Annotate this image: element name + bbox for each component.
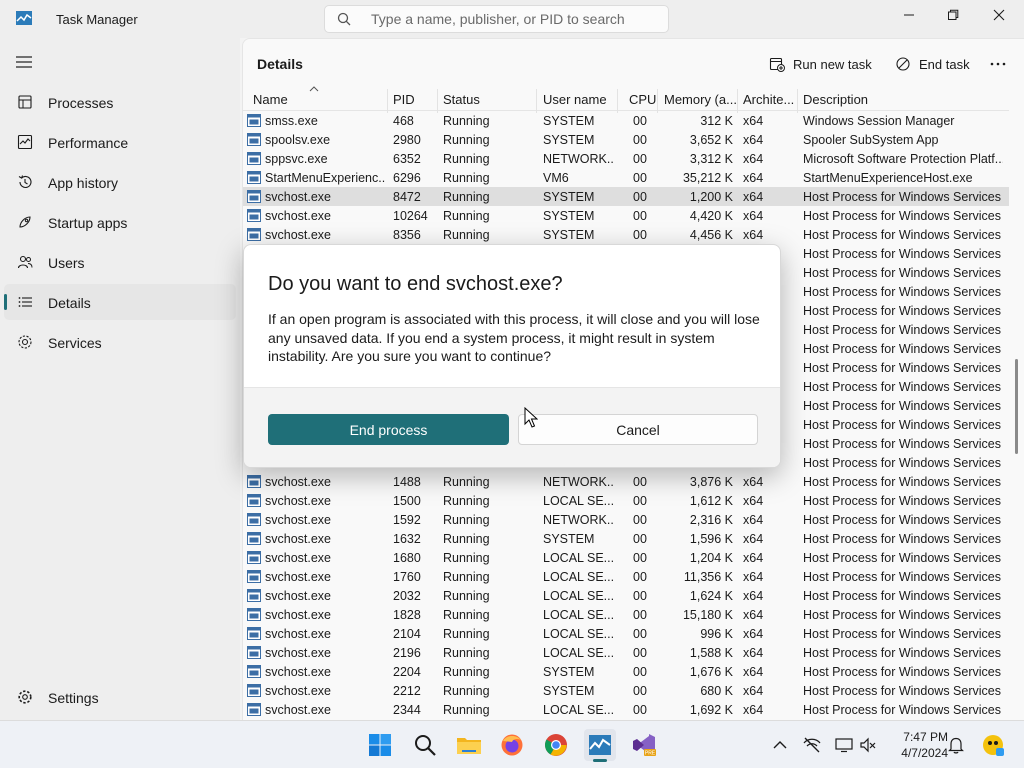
tray-notifications[interactable] xyxy=(946,735,966,755)
chrome-icon xyxy=(545,734,567,756)
search-icon xyxy=(415,735,436,756)
tray-network[interactable] xyxy=(802,735,822,755)
tray-overflow-button[interactable] xyxy=(770,735,790,755)
cancel-button[interactable]: Cancel xyxy=(518,414,758,445)
volume-muted-icon xyxy=(860,737,876,753)
visual-studio-preview-icon: PRE xyxy=(633,734,656,757)
taskbar-clock[interactable]: 7:47 PM 4/7/2024 xyxy=(886,729,948,761)
copilot-icon xyxy=(983,735,1004,756)
mouse-pointer-icon xyxy=(524,407,538,428)
file-explorer-icon xyxy=(457,738,481,754)
clock-time: 7:47 PM xyxy=(903,730,948,744)
dialog-message: If an open program is associated with th… xyxy=(268,311,760,364)
bell-icon xyxy=(948,737,964,754)
modal-overlay: Do you want to end svchost.exe? If an op… xyxy=(0,0,1024,720)
dialog-title: Do you want to end svchost.exe? xyxy=(268,273,563,295)
clock-date: 4/7/2024 xyxy=(901,746,948,760)
taskbar-file-explorer[interactable] xyxy=(453,729,485,761)
taskbar-visual-studio-preview[interactable]: PRE xyxy=(628,729,660,761)
taskbar-firefox[interactable] xyxy=(496,729,528,761)
end-process-button[interactable]: End process xyxy=(268,414,509,445)
taskbar: PRE 7:47 PM 4/7/2024 xyxy=(0,720,1024,768)
taskbar-chrome[interactable] xyxy=(540,729,572,761)
taskbar-task-manager[interactable] xyxy=(584,729,616,762)
firefox-icon xyxy=(501,734,523,756)
task-manager-icon xyxy=(589,735,611,755)
tray-display[interactable] xyxy=(834,735,854,755)
tray-copilot[interactable] xyxy=(980,732,1006,758)
display-icon xyxy=(835,738,853,753)
taskbar-start-button[interactable] xyxy=(364,729,396,761)
chevron-up-icon xyxy=(773,741,787,749)
svg-text:PRE: PRE xyxy=(645,751,656,757)
tray-volume[interactable] xyxy=(858,735,878,755)
end-process-dialog: Do you want to end svchost.exe? If an op… xyxy=(243,244,781,468)
dialog-footer: End process Cancel xyxy=(244,387,780,467)
network-disconnected-icon xyxy=(803,737,821,753)
windows-start-icon xyxy=(369,734,391,756)
taskbar-search-button[interactable] xyxy=(409,729,441,761)
